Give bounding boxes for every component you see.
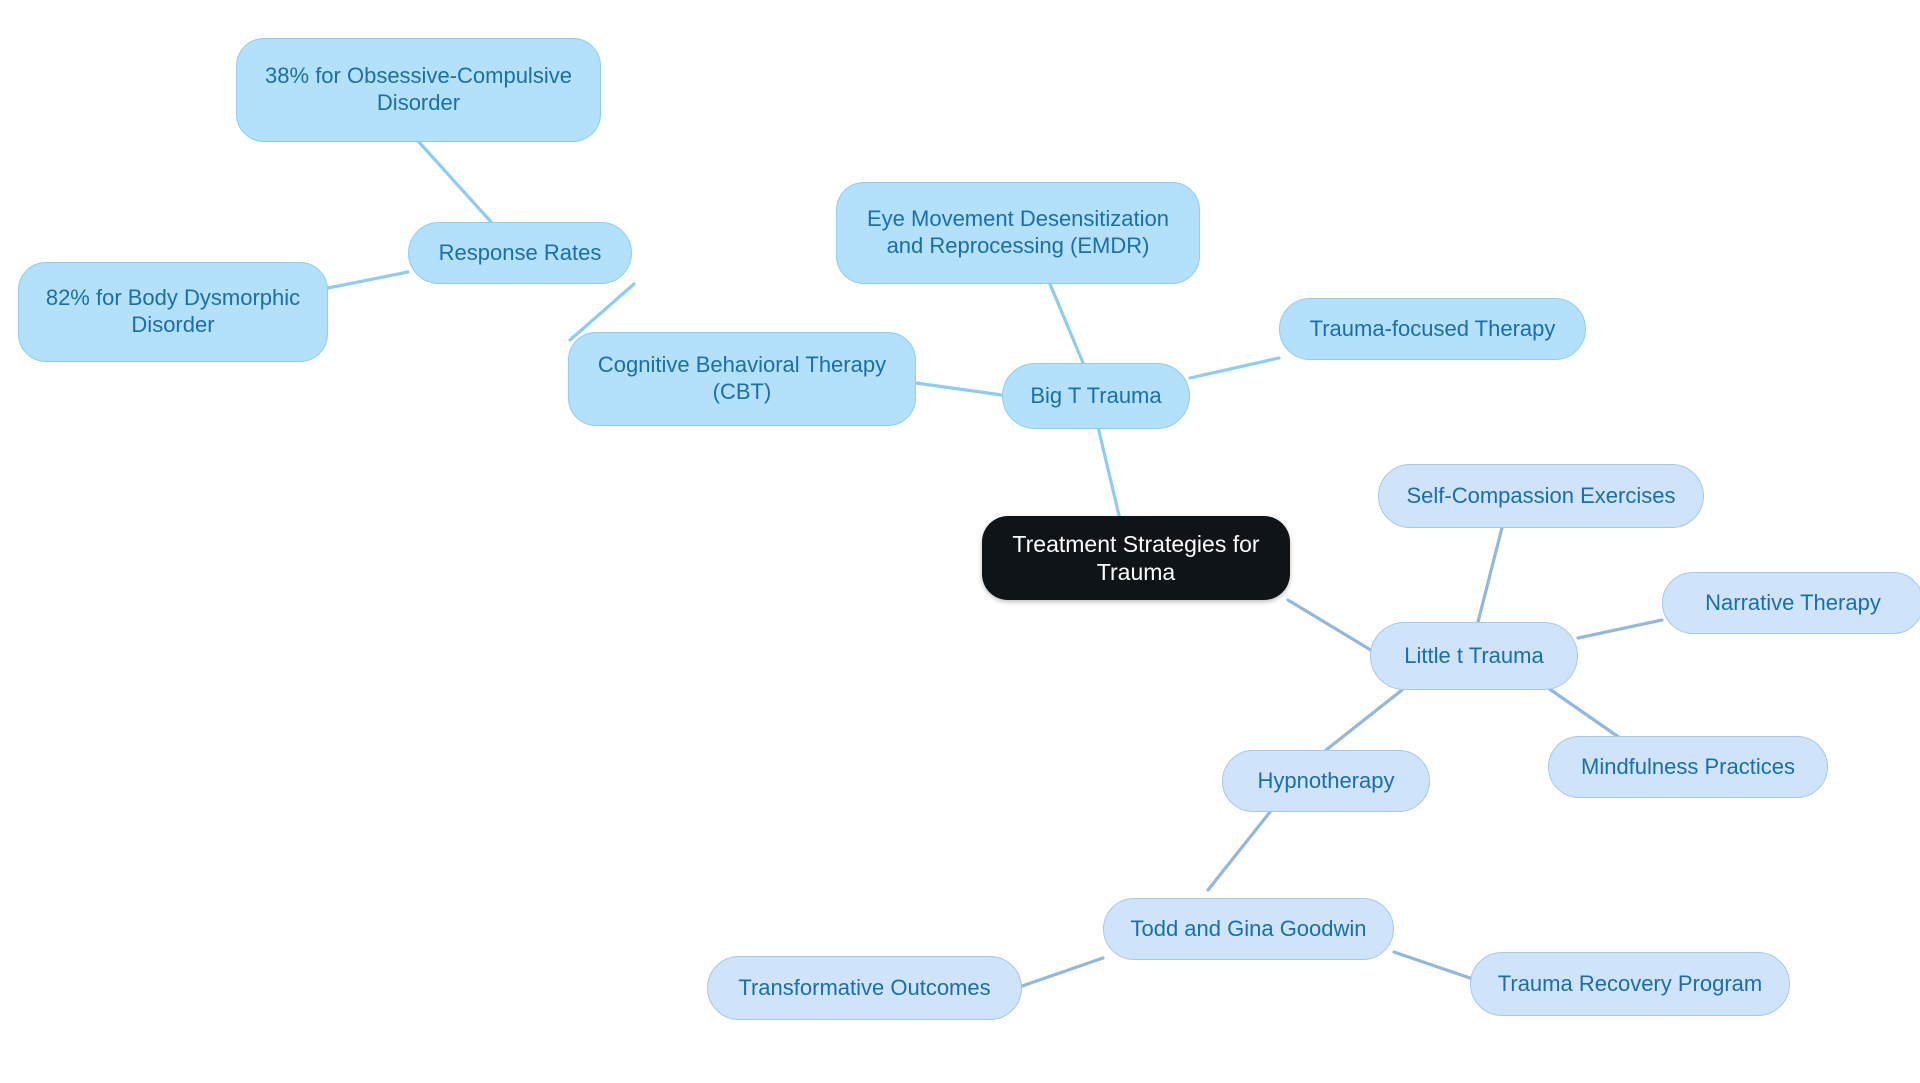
node-label: Trauma-focused Therapy [1309,315,1556,341]
node-label: Todd and Gina Goodwin [1130,915,1367,941]
node-emdr[interactable]: Eye Movement Desensitization and Reproce… [836,182,1200,284]
node-hypnotherapy[interactable]: Hypnotherapy [1222,750,1430,812]
node-label: Hypnotherapy [1257,767,1395,793]
edge-root-big-t [1096,425,1124,530]
mindmap-canvas: Treatment Strategies for Trauma Big T Tr… [0,0,1920,1083]
node-label: Mindfulness Practices [1581,753,1795,779]
node-label: Big T Trauma [1030,382,1162,408]
node-transformative-outcomes[interactable]: Transformative Outcomes [707,956,1022,1020]
node-label: Transformative Outcomes [738,974,991,1000]
node-label: Cognitive Behavioral Therapy (CBT) [597,352,887,404]
edge-goodwin-transformative [1020,956,1105,988]
node-self-compassion-exercises[interactable]: Self-Compassion Exercises [1378,464,1704,528]
node-label: Response Rates [438,239,602,265]
edge-layer [326,139,1664,988]
node-narrative-therapy[interactable]: Narrative Therapy [1662,572,1920,634]
node-cbt[interactable]: Cognitive Behavioral Therapy (CBT) [568,332,916,426]
node-root-treatment-strategies[interactable]: Treatment Strategies for Trauma [982,516,1290,600]
edge-little-t-self-compassion [1476,510,1508,624]
node-label: Treatment Strategies for Trauma [1012,530,1260,585]
node-bdd-response-rate[interactable]: 82% for Body Dysmorphic Disorder [18,262,328,362]
node-mindfulness-practices[interactable]: Mindfulness Practices [1548,736,1828,798]
node-label: Little t Trauma [1404,642,1544,668]
node-trauma-recovery-program[interactable]: Trauma Recovery Program [1470,952,1790,1016]
node-label: Self-Compassion Exercises [1406,482,1676,508]
node-todd-and-gina-goodwin[interactable]: Todd and Gina Goodwin [1103,898,1394,960]
edge-little-t-mindfulness [1546,686,1622,740]
edge-root-little-t [1286,598,1376,654]
edge-little-t-narrative [1576,618,1664,640]
node-label: Narrative Therapy [1705,589,1881,615]
node-label: 82% for Body Dysmorphic Disorder [45,285,301,337]
edge-big-t-emdr [1048,282,1088,372]
edge-response-rates-bdd [326,270,410,290]
node-label: 38% for Obsessive-Compulsive Disorder [265,63,572,115]
node-little-t-trauma[interactable]: Little t Trauma [1370,622,1578,690]
node-response-rates[interactable]: Response Rates [408,222,632,284]
node-label: Trauma Recovery Program [1497,970,1763,996]
edge-response-rates-ocd [416,139,494,225]
node-ocd-response-rate[interactable]: 38% for Obsessive-Compulsive Disorder [236,38,601,142]
node-trauma-focused-therapy[interactable]: Trauma-focused Therapy [1279,298,1586,360]
edge-big-t-trauma-focused [1188,356,1281,380]
edge-goodwin-recovery [1392,950,1472,980]
edge-hypnotherapy-goodwin [1206,810,1272,892]
node-big-t-trauma[interactable]: Big T Trauma [1002,363,1190,429]
node-label: Eye Movement Desensitization and Reproce… [866,206,1170,258]
edge-little-t-hypnotherapy [1324,688,1404,752]
edge-big-t-cbt [914,381,1004,397]
